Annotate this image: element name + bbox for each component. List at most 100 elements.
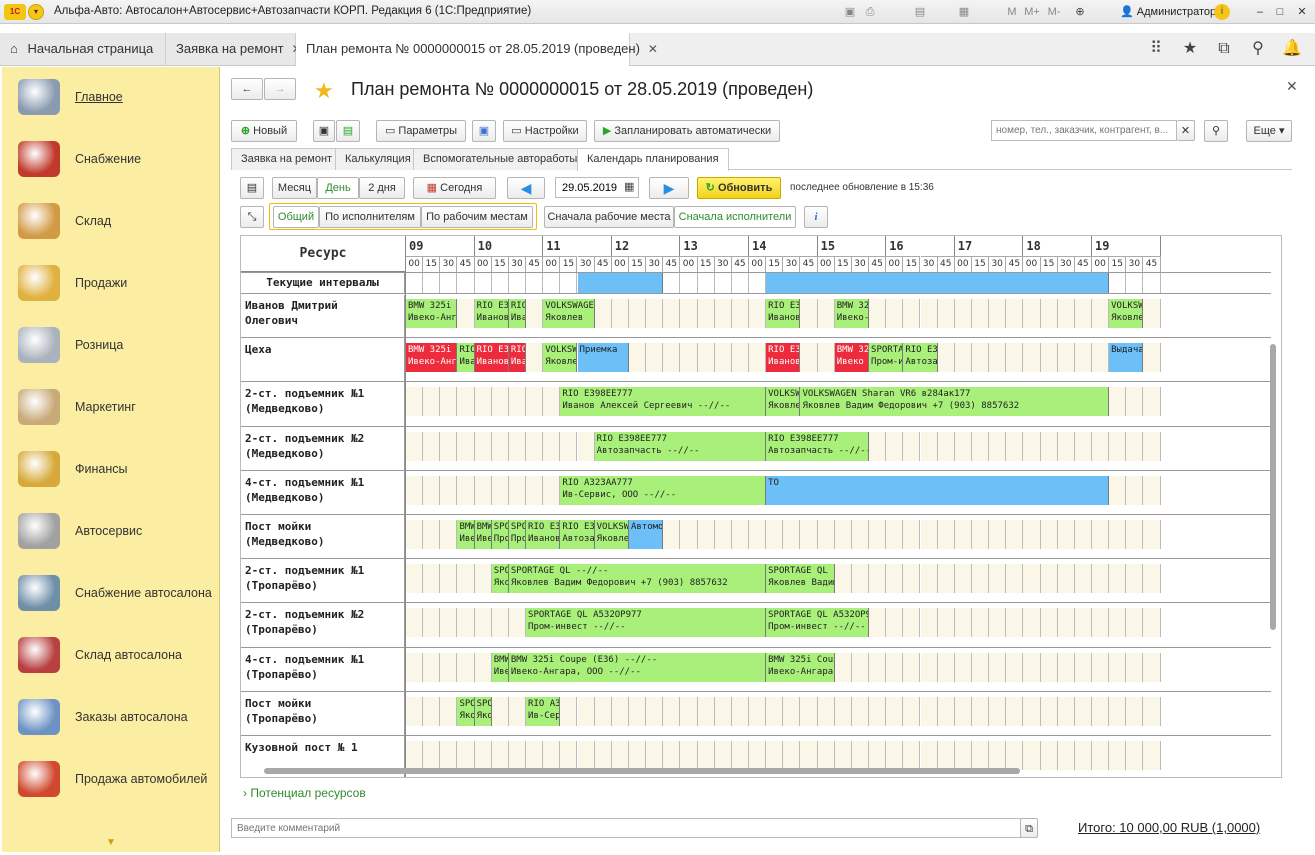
form-tab-aux-works[interactable]: Вспомогательные автоработы [413,148,588,170]
time-slot[interactable] [817,343,835,373]
time-slot[interactable] [423,564,441,594]
time-slot[interactable] [1092,520,1110,549]
time-slot[interactable] [903,564,921,594]
time-slot[interactable] [406,387,424,417]
sidebar-item[interactable]: Снабжение автосалона [2,563,220,625]
time-slot[interactable] [1057,696,1075,726]
sidebar-item[interactable]: Склад автосалона [2,625,220,687]
time-slot[interactable] [817,520,835,549]
time-slot[interactable] [697,299,715,328]
booking-block[interactable]: BMW 325i Coupe Ивеко-Ангара [406,299,458,328]
time-slot[interactable] [834,520,852,549]
time-slot[interactable] [663,299,681,328]
time-slot[interactable] [1006,343,1024,373]
time-slot[interactable] [474,608,492,638]
time-slot[interactable] [1092,564,1110,594]
time-slot[interactable] [989,564,1007,594]
booking-block[interactable]: RIO E398 Иванов [526,520,561,549]
time-slot[interactable] [937,608,955,638]
time-slot[interactable] [1057,652,1075,682]
calendar-settings-button[interactable]: ▤ [240,177,264,199]
planning-grid[interactable]: Ресурс 09 00 15 30 45 10 00 15 30 45 11 00 15 30 45 12 00… [240,235,1282,778]
time-slot[interactable] [406,520,424,549]
time-slot[interactable] [989,299,1007,328]
time-slot[interactable] [628,696,647,726]
time-slot[interactable] [1143,475,1161,505]
time-slot[interactable] [440,431,458,461]
time-slot[interactable] [1092,343,1110,373]
booking-block[interactable]: RIO E398 Иванов [474,343,509,373]
time-slot[interactable] [937,299,955,328]
tab-home[interactable]: ⌂ Начальная страница [0,33,166,65]
time-slot[interactable] [1040,343,1058,373]
time-slot[interactable] [989,431,1007,461]
time-slot[interactable] [1023,564,1041,594]
total-amount[interactable]: Итого: 10 000,00 RUB (1,0000) [1078,820,1260,835]
sidebar-item[interactable]: Автосервис [2,501,220,563]
time-slot[interactable] [440,696,458,726]
sidebar-item[interactable]: Продажи [2,253,220,315]
time-slot[interactable] [937,564,955,594]
time-slot[interactable] [1023,520,1041,549]
time-slot[interactable] [406,431,424,461]
time-slot[interactable] [903,608,921,638]
time-slot[interactable] [406,652,424,682]
time-slot[interactable] [989,343,1007,373]
booking-block[interactable]: RIO E398EE777 Автозапчасть --//-- [766,431,870,461]
booking-block[interactable]: RIO E398 Автозапчасть [903,343,938,373]
vertical-scrollbar[interactable] [1268,240,1277,760]
maximize-icon[interactable]: □ [1272,4,1288,20]
time-slot[interactable] [971,564,990,594]
calendar-icon[interactable]: ▦ [956,4,972,20]
time-slot[interactable] [886,696,904,726]
booking-block[interactable]: RIO E398 Иванов [766,299,801,328]
time-slot[interactable] [423,608,441,638]
view-by-workplaces-button[interactable]: По рабочим местам [421,206,533,228]
current-interval-bar[interactable] [577,273,664,293]
time-slot[interactable] [920,520,938,549]
history-icon[interactable]: ⧉ [1208,33,1240,65]
calc-icon[interactable]: ▤ [912,4,928,20]
memory-mplus-icon[interactable]: M+ [1024,4,1040,20]
time-slot[interactable] [886,564,904,594]
booking-block[interactable]: VOLKSWAGEN Яковлев [1109,299,1144,328]
time-slot[interactable] [1143,299,1161,328]
time-slot[interactable] [903,299,921,328]
time-slot[interactable] [1074,696,1092,726]
tab-repair-plan[interactable]: План ремонта № 0000000015 от 28.05.2019 … [296,33,658,66]
time-slot[interactable] [628,299,647,328]
scale-2days-button[interactable]: 2 дня [359,177,405,199]
print-icon[interactable]: ⎙ [862,4,878,20]
form-tab-calculation[interactable]: Калькуляция [335,148,421,170]
scroll-down-icon[interactable]: ▼ [106,837,116,848]
expand-button[interactable]: ⤡ [240,206,264,228]
time-slot[interactable] [1040,696,1058,726]
time-slot[interactable] [1126,431,1144,461]
time-slot[interactable] [1092,652,1110,682]
zoom-icon[interactable]: ⊕ [1072,4,1088,20]
time-slot[interactable] [577,431,595,461]
prev-period-button[interactable]: ◀ [507,177,545,199]
v-scroll-thumb[interactable] [1270,344,1276,630]
save-icon[interactable]: ▣ [842,4,858,20]
time-slot[interactable] [971,696,990,726]
time-slot[interactable] [971,343,990,373]
time-slot[interactable] [697,696,715,726]
time-slot[interactable] [560,431,578,461]
time-slot[interactable] [526,299,544,328]
time-slot[interactable] [1126,475,1144,505]
time-slot[interactable] [749,520,767,549]
comment-input[interactable] [231,818,1021,838]
info-button[interactable]: i [804,206,828,228]
time-slot[interactable] [869,564,887,594]
time-slot[interactable] [954,564,972,594]
time-slot[interactable] [1074,343,1092,373]
new-button[interactable]: ⊕ Новый [231,120,297,142]
time-slot[interactable] [800,696,818,726]
time-slot[interactable] [1057,299,1075,328]
booking-block[interactable]: SPORTAGE Пром-инвест [869,343,904,373]
time-slot[interactable] [851,520,870,549]
time-slot[interactable] [869,431,887,461]
time-slot[interactable] [457,299,475,328]
time-slot[interactable] [508,608,527,638]
